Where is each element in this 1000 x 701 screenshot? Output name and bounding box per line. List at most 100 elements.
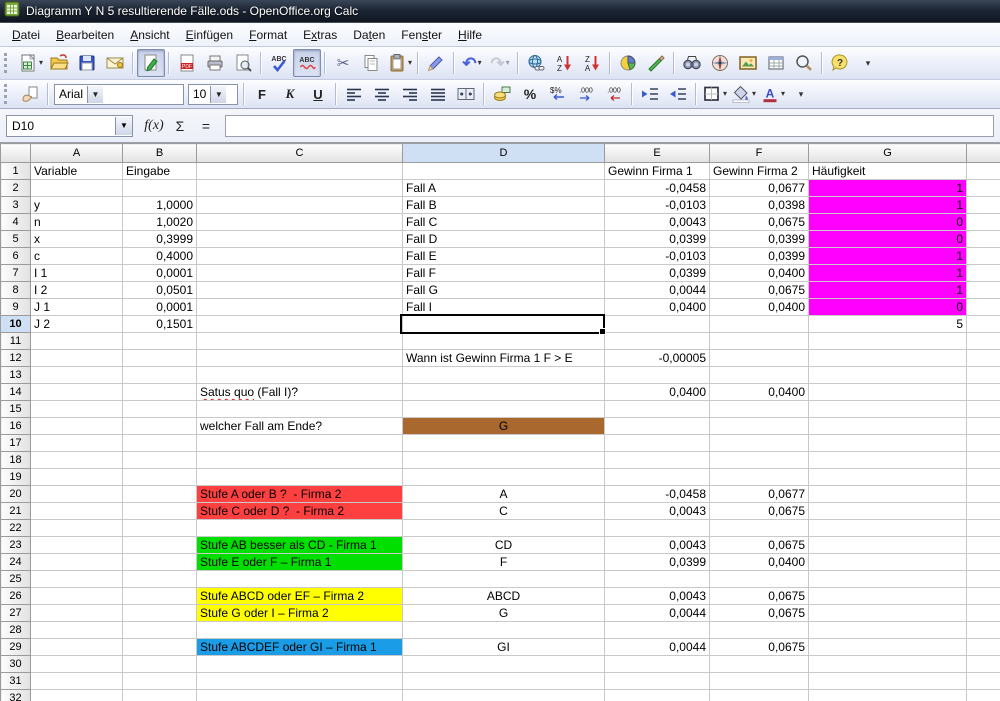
formula-button[interactable]: = xyxy=(193,114,219,138)
cell-A18[interactable] xyxy=(31,452,123,469)
cell-D32[interactable] xyxy=(403,690,605,701)
column-header-partial[interactable] xyxy=(967,144,1000,163)
open-folder-button[interactable] xyxy=(45,49,73,77)
navigator-button[interactable] xyxy=(706,49,734,77)
column-header-D[interactable]: D xyxy=(403,144,605,163)
cell-G29[interactable] xyxy=(809,639,967,656)
cell-partial-21[interactable] xyxy=(967,503,1000,520)
cell-partial-26[interactable] xyxy=(967,588,1000,605)
data-sources-button[interactable] xyxy=(762,49,790,77)
cell-A6[interactable]: c xyxy=(31,248,123,265)
cell-F1[interactable]: Gewinn Firma 2 xyxy=(710,163,809,180)
underline-button[interactable]: U xyxy=(304,80,332,108)
chevron-down-icon[interactable]: ▾ xyxy=(723,90,727,98)
cell-A29[interactable] xyxy=(31,639,123,656)
cell-D27[interactable]: G xyxy=(403,605,605,622)
cell-A15[interactable] xyxy=(31,401,123,418)
cell-partial-17[interactable] xyxy=(967,435,1000,452)
toolbar-options-button[interactable]: ▾ xyxy=(787,80,815,108)
cell-C21[interactable]: Stufe C oder D ? - Firma 2 xyxy=(197,503,403,520)
row-header-13[interactable]: 13 xyxy=(1,367,31,384)
formula-input[interactable] xyxy=(225,115,994,137)
cell-G19[interactable] xyxy=(809,469,967,486)
cell-partial-5[interactable] xyxy=(967,231,1000,248)
cell-G2[interactable]: 1 xyxy=(809,180,967,197)
cell-D3[interactable]: Fall B xyxy=(403,197,605,214)
cell-partial-1[interactable] xyxy=(967,163,1000,180)
column-header-F[interactable]: F xyxy=(710,144,809,163)
percent-button[interactable]: % xyxy=(516,80,544,108)
cell-B23[interactable] xyxy=(123,537,197,554)
cell-F28[interactable] xyxy=(710,622,809,639)
merge-cells-button[interactable] xyxy=(452,80,480,108)
cell-partial-4[interactable] xyxy=(967,214,1000,231)
cell-E20[interactable]: -0,0458 xyxy=(605,486,710,503)
cell-A13[interactable] xyxy=(31,367,123,384)
cell-C10[interactable] xyxy=(197,316,403,333)
cell-E8[interactable]: 0,0044 xyxy=(605,282,710,299)
align-justify-button[interactable] xyxy=(424,80,452,108)
cell-E9[interactable]: 0,0400 xyxy=(605,299,710,316)
cell-C9[interactable] xyxy=(197,299,403,316)
cell-A28[interactable] xyxy=(31,622,123,639)
cell-G32[interactable] xyxy=(809,690,967,701)
cell-C20[interactable]: Stufe A oder B ? - Firma 2 xyxy=(197,486,403,503)
cell-D8[interactable]: Fall G xyxy=(403,282,605,299)
align-center-button[interactable] xyxy=(368,80,396,108)
menu-item-extras[interactable]: Extras xyxy=(295,25,345,45)
cell-B27[interactable] xyxy=(123,605,197,622)
cell-E16[interactable] xyxy=(605,418,710,435)
cell-F13[interactable] xyxy=(710,367,809,384)
font-name-combo[interactable]: Arial▼ xyxy=(54,84,184,105)
spellcheck-button[interactable]: ABC xyxy=(265,49,293,77)
cell-partial-9[interactable] xyxy=(967,299,1000,316)
column-header-A[interactable]: A xyxy=(31,144,123,163)
cell-E10[interactable] xyxy=(605,316,710,333)
toolbar-grip[interactable] xyxy=(4,53,12,73)
menu-item-daten[interactable]: Daten xyxy=(345,25,393,45)
cell-A17[interactable] xyxy=(31,435,123,452)
cell-B4[interactable]: 1,0020 xyxy=(123,214,197,231)
format-paintbrush-button[interactable] xyxy=(422,49,450,77)
gallery-button[interactable] xyxy=(734,49,762,77)
cut-button[interactable]: ✂ xyxy=(329,49,357,77)
delete-decimal-button[interactable]: .000 xyxy=(600,80,628,108)
page-preview-button[interactable] xyxy=(229,49,257,77)
cell-D2[interactable]: Fall A xyxy=(403,180,605,197)
cell-F9[interactable]: 0,0400 xyxy=(710,299,809,316)
cell-B8[interactable]: 0,0501 xyxy=(123,282,197,299)
cell-A9[interactable]: J 1 xyxy=(31,299,123,316)
cell-A25[interactable] xyxy=(31,571,123,588)
insert-chart-button[interactable] xyxy=(614,49,642,77)
cell-D15[interactable] xyxy=(403,401,605,418)
cell-C1[interactable] xyxy=(197,163,403,180)
cell-A8[interactable]: I 2 xyxy=(31,282,123,299)
cell-B24[interactable] xyxy=(123,554,197,571)
row-header-14[interactable]: 14 xyxy=(1,384,31,401)
cell-partial-13[interactable] xyxy=(967,367,1000,384)
column-header-B[interactable]: B xyxy=(123,144,197,163)
cell-D14[interactable] xyxy=(403,384,605,401)
row-header-20[interactable]: 20 xyxy=(1,486,31,503)
cell-F26[interactable]: 0,0675 xyxy=(710,588,809,605)
column-header-E[interactable]: E xyxy=(605,144,710,163)
undo-button[interactable]: ↶▾ xyxy=(458,49,486,77)
align-right-button[interactable] xyxy=(396,80,424,108)
cell-F8[interactable]: 0,0675 xyxy=(710,282,809,299)
cell-A7[interactable]: I 1 xyxy=(31,265,123,282)
cell-D30[interactable] xyxy=(403,656,605,673)
cell-F18[interactable] xyxy=(710,452,809,469)
cell-B21[interactable] xyxy=(123,503,197,520)
cell-partial-24[interactable] xyxy=(967,554,1000,571)
toolbar-grip[interactable] xyxy=(4,84,12,104)
cell-A3[interactable]: y xyxy=(31,197,123,214)
cell-E17[interactable] xyxy=(605,435,710,452)
borders-button[interactable]: ▾ xyxy=(700,80,729,108)
cell-D1[interactable] xyxy=(403,163,605,180)
cell-B15[interactable] xyxy=(123,401,197,418)
cell-G5[interactable]: 0 xyxy=(809,231,967,248)
cell-A26[interactable] xyxy=(31,588,123,605)
cell-G7[interactable]: 1 xyxy=(809,265,967,282)
menu-item-ansicht[interactable]: Ansicht xyxy=(122,25,177,45)
add-decimal-button[interactable]: .000 xyxy=(572,80,600,108)
